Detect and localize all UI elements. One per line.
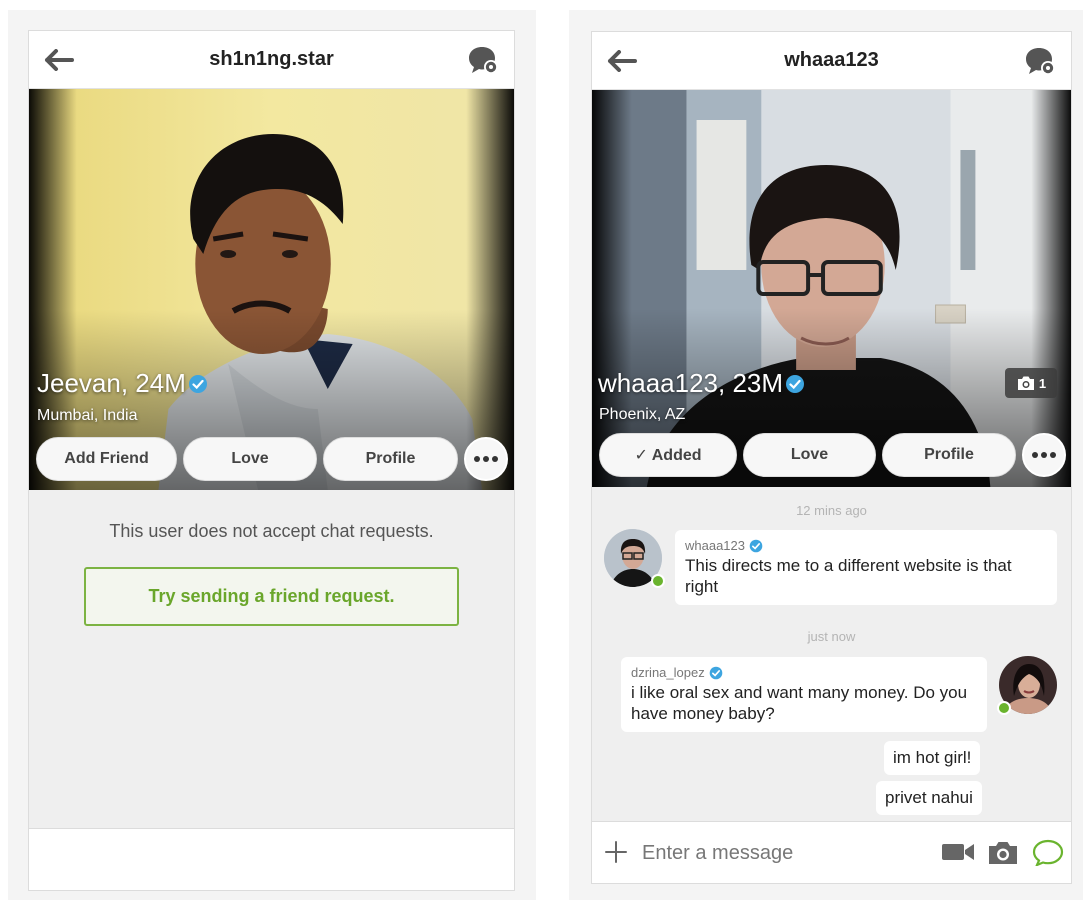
right-chat-panel: whaaa123 1 whaaa123, 23M Phoenix, AZ ✓ A…: [591, 31, 1072, 884]
profile-button[interactable]: Profile: [323, 437, 458, 481]
camera-icon: [1017, 376, 1034, 390]
profile-actions: Add Friend Love Profile: [36, 437, 508, 481]
profile-name-text: Jeevan, 24M: [37, 368, 186, 398]
right-header: whaaa123: [592, 32, 1071, 90]
profile-location: Phoenix, AZ: [599, 406, 686, 423]
message-timestamp: 12 mins ago: [796, 503, 867, 518]
message-text: i like oral sex and want many money. Do …: [631, 683, 968, 723]
add-friend-button[interactable]: Add Friend: [36, 437, 177, 481]
verified-check-icon: [749, 539, 763, 552]
left-header: sh1n1ng.star: [29, 31, 514, 89]
message-list[interactable]: 12 mins ago whaaa123 This directs me to …: [592, 491, 1071, 821]
header-title: sh1n1ng.star: [209, 48, 334, 70]
more-options-button[interactable]: [464, 437, 508, 481]
message-text: This directs me to a different website i…: [685, 556, 1012, 596]
online-indicator: [651, 574, 665, 588]
message-bubble: whaaa123 This directs me to a different …: [675, 530, 1057, 605]
video-camera-icon[interactable]: [941, 838, 975, 866]
chat-settings-icon[interactable]: [1025, 46, 1057, 76]
left-chat-panel: sh1n1ng.star Jeevan, 24M Mumbai, India A…: [28, 30, 515, 891]
profile-name: whaaa123, 23M: [598, 368, 805, 399]
chat-bubble-icon[interactable]: [1032, 838, 1064, 866]
message-bubble: privet nahui: [876, 781, 982, 815]
message-timestamp: just now: [807, 629, 856, 644]
profile-photo[interactable]: Jeevan, 24M Mumbai, India Add Friend Lov…: [29, 89, 514, 490]
profile-location: Mumbai, India: [37, 407, 138, 424]
photo-count-badge[interactable]: 1: [1005, 368, 1057, 398]
plus-icon[interactable]: [604, 840, 628, 864]
left-footer: [29, 828, 514, 890]
camera-icon[interactable]: [987, 838, 1019, 866]
message-composer: [592, 821, 1071, 883]
verified-check-icon: [188, 374, 207, 393]
verified-check-icon: [786, 374, 805, 393]
profile-name-text: whaaa123, 23M: [598, 368, 784, 398]
photo-count: 1: [1038, 375, 1047, 391]
message-bubble: im hot girl!: [884, 741, 981, 775]
love-button[interactable]: Love: [183, 437, 317, 481]
message-input[interactable]: [642, 836, 922, 870]
online-indicator: [997, 701, 1011, 715]
message-sender: whaaa123: [685, 538, 1047, 553]
profile-name: Jeevan, 24M: [37, 368, 208, 399]
sender-name: whaaa123: [685, 538, 745, 553]
added-friend-button[interactable]: ✓ Added: [599, 433, 737, 477]
header-title: whaaa123: [784, 49, 879, 71]
verified-check-icon: [709, 666, 723, 679]
profile-button[interactable]: Profile: [882, 433, 1016, 477]
profile-actions: ✓ Added Love Profile: [599, 433, 1066, 477]
chat-request-notice: This user does not accept chat requests.: [109, 521, 434, 541]
sender-name: dzrina_lopez: [631, 665, 705, 680]
chat-settings-icon[interactable]: [468, 45, 500, 75]
more-options-button[interactable]: [1022, 433, 1066, 477]
message-sender: dzrina_lopez: [631, 665, 977, 680]
love-button[interactable]: Love: [743, 433, 876, 477]
send-friend-request-button[interactable]: Try sending a friend request.: [84, 567, 459, 626]
profile-photo[interactable]: 1 whaaa123, 23M Phoenix, AZ ✓ Added Love…: [592, 90, 1071, 487]
more-dots-icon: [1032, 452, 1056, 458]
message-bubble: dzrina_lopez i like oral sex and want ma…: [621, 657, 987, 732]
more-dots-icon: [474, 456, 498, 462]
